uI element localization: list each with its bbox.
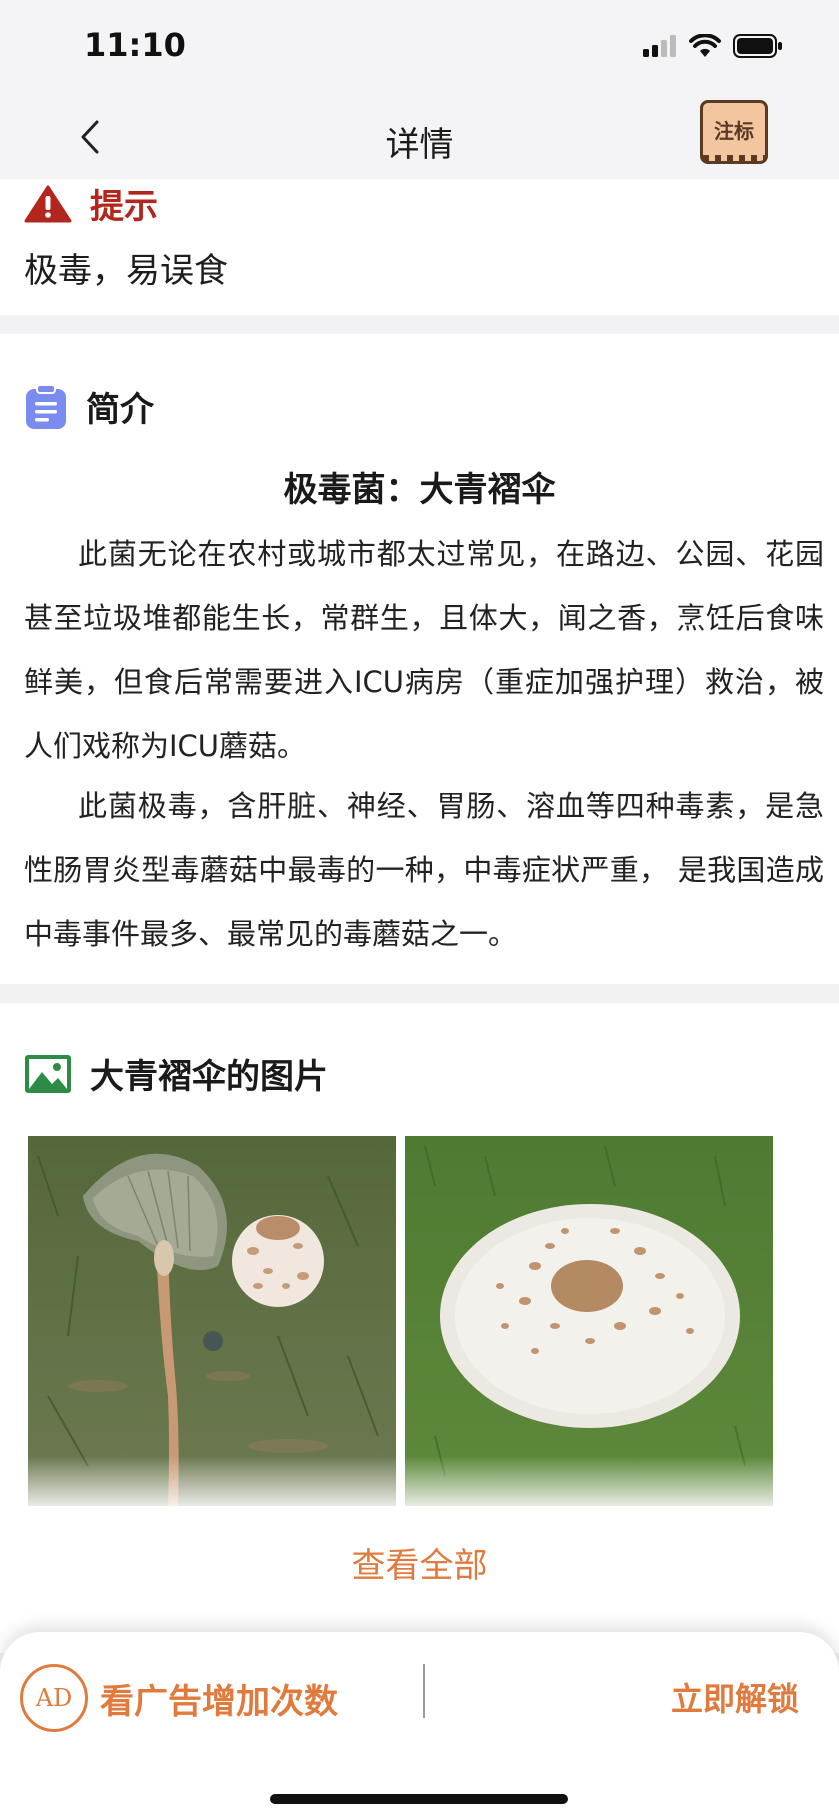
view-all-link[interactable]: 查看全部	[0, 1538, 839, 1587]
navigation-bar: 详情 注标	[0, 95, 839, 179]
wifi-icon	[689, 34, 721, 57]
intro-paragraph: 此菌极毒，含肝脏、神经、胃肠、溶血等四种毒素，是急性肠胃炎型毒蘑菇中最毒的一种，…	[24, 789, 824, 951]
tip-title: 提示	[90, 187, 158, 227]
intro-title: 简介	[86, 390, 154, 430]
home-indicator	[270, 1794, 568, 1804]
divider	[423, 1664, 425, 1718]
clipboard-icon	[26, 383, 66, 429]
tip-header: 提示	[24, 179, 158, 228]
images-header: 大青褶伞的图片	[24, 1049, 328, 1098]
annotate-button[interactable]: 注标	[700, 100, 768, 164]
status-icons	[643, 34, 783, 58]
unlock-button[interactable]: 立即解锁	[671, 1674, 799, 1720]
warning-icon	[24, 185, 72, 222]
photo-fade	[28, 1456, 396, 1506]
mushroom-photo-top-view[interactable]	[405, 1136, 773, 1506]
intro-header: 简介	[24, 382, 154, 431]
mushroom-photo-side-view[interactable]	[28, 1136, 396, 1506]
images-title: 大青褶伞的图片	[90, 1057, 328, 1097]
status-bar: 11:10	[0, 0, 839, 95]
intro-card: 简介 极毒菌：大青褶伞 此菌无论在农村或城市都太过常见，在路边、公园、花园甚至垃…	[0, 334, 839, 984]
images-card: 大青褶伞的图片 查看全部	[0, 1003, 839, 1653]
bottom-action-bar: AD 看广告增加次数 立即解锁	[0, 1632, 839, 1817]
ad-badge[interactable]: AD	[20, 1664, 88, 1732]
intro-heading: 极毒菌：大青褶伞	[283, 470, 556, 510]
signal-icon	[643, 35, 676, 57]
tip-card: 提示 极毒，易误食	[0, 179, 839, 315]
battery-icon	[733, 34, 782, 58]
status-time: 11:10	[84, 26, 186, 64]
watch-ad-button[interactable]: 看广告增加次数	[100, 1674, 338, 1723]
photo-fade	[405, 1456, 773, 1506]
tip-text: 极毒，易误食	[24, 251, 228, 291]
intro-paragraph: 此菌无论在农村或城市都太过常见，在路边、公园、花园甚至垃圾堆都能生长，常群生，且…	[24, 537, 824, 763]
annotate-label: 注标	[714, 118, 754, 143]
image-icon	[25, 1054, 71, 1093]
